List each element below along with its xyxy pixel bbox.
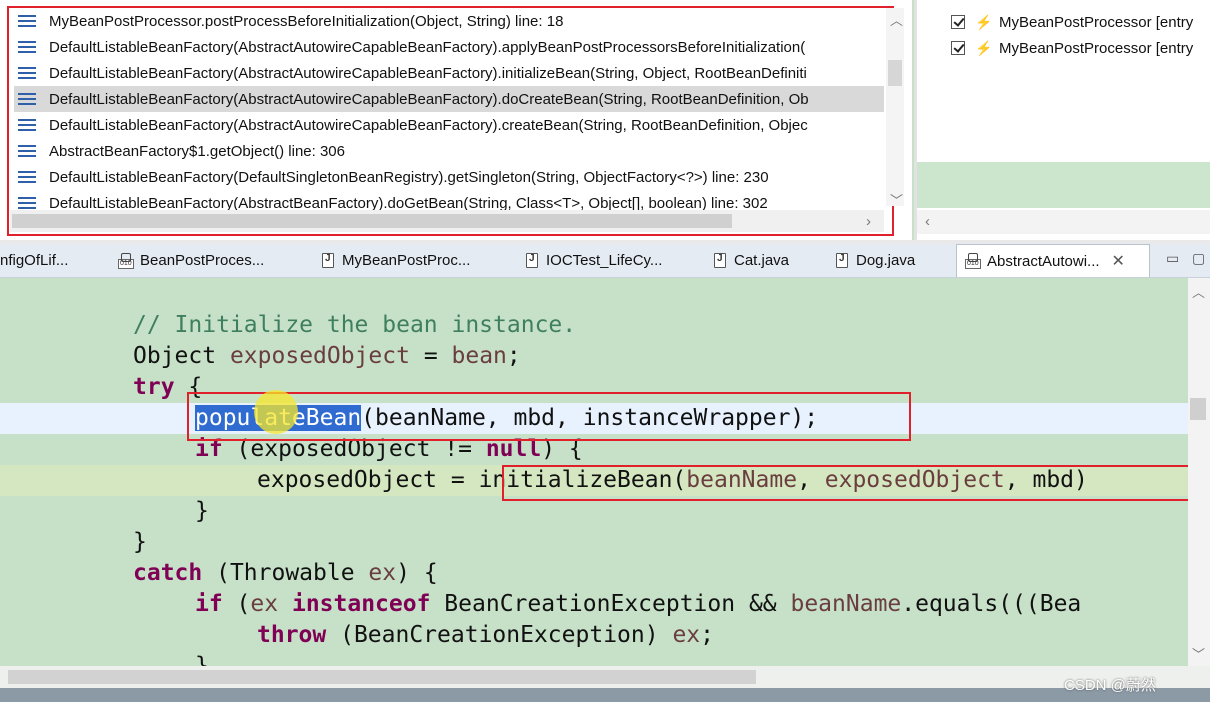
code-line: } [0, 651, 1188, 666]
tab-ioctest-lifecycle[interactable]: IOCTest_LifeCy... [526, 244, 706, 277]
breakpoint-detail-area [917, 162, 1210, 208]
breakpoint-item[interactable]: ⚡ MyBeanPostProcessor [entry [951, 35, 1193, 61]
tab-dog-java[interactable]: Dog.java [836, 244, 946, 277]
code-token: exposedObject [229, 343, 410, 369]
class-file-icon [118, 252, 134, 269]
code-line: if (ex instanceof BeanCreationException … [0, 589, 1188, 620]
scroll-right-icon[interactable]: › [866, 213, 871, 230]
scroll-down-icon[interactable]: ﹀ [890, 190, 903, 209]
code-token: ) { [396, 560, 438, 586]
java-file-icon [526, 253, 538, 268]
code-token: beanName [790, 591, 902, 617]
breakpoints-horizontal-scrollbar[interactable]: ‹ [917, 210, 1210, 234]
code-token: ex [250, 591, 279, 617]
tab-abstractautowire[interactable]: AbstractAutowi... ✕ [956, 244, 1150, 277]
scroll-up-icon[interactable]: ︿ [890, 10, 903, 29]
highlight-box-stack [7, 6, 894, 236]
code-token: bean [451, 343, 507, 369]
editor-horizontal-scroll-thumb[interactable] [8, 670, 756, 684]
tab-mybeanpostprocessor[interactable]: MyBeanPostProc... [322, 244, 512, 277]
code-token: = [409, 343, 452, 369]
code-token: ( [222, 591, 251, 617]
code-token: exposedObject = [257, 467, 479, 493]
breakpoint-label: MyBeanPostProcessor [entry [999, 39, 1194, 57]
code-token: ex [672, 622, 701, 648]
code-comment: // Initialize the bean instance. [133, 312, 577, 338]
maximize-icon[interactable]: ▢ [1192, 250, 1205, 267]
scroll-up-icon[interactable]: ︿ [1192, 282, 1205, 301]
code-line: } [0, 527, 1188, 558]
debug-stack-panel: MyBeanPostProcessor.postProcessBeforeIni… [0, 0, 912, 240]
tab-label: Dog.java [856, 252, 916, 269]
tab-label: IOCTest_LifeCy... [546, 252, 663, 269]
close-icon[interactable]: ✕ [1112, 251, 1125, 271]
tab-label: MyBeanPostProc... [342, 252, 471, 269]
stack-vertical-scrollbar[interactable] [886, 8, 904, 206]
code-token: ; [506, 343, 521, 369]
breakpoint-entry-icon: ⚡ [975, 39, 993, 56]
code-token: (Throwable [202, 560, 369, 586]
tab-label: BeanPostProces... [140, 252, 265, 269]
code-token: Object [133, 343, 217, 369]
code-token: ex [368, 560, 397, 586]
editor-tab-bar: nfigOfLif... BeanPostProces... MyBeanPos… [0, 244, 1210, 278]
minimize-icon[interactable]: ▭ [1166, 250, 1179, 267]
java-file-icon [714, 253, 726, 268]
stack-horizontal-scroll-thumb[interactable] [12, 214, 732, 228]
editor-vertical-scrollbar[interactable]: ︿ ﹀ [1188, 278, 1210, 666]
code-token: (BeanCreationException) [326, 622, 673, 648]
code-line: // Initialize the bean instance. [0, 310, 1188, 341]
code-token: } [133, 529, 147, 555]
code-token: .equals(((Bea [901, 591, 1082, 617]
tab-beanpostprocessor[interactable]: BeanPostProces... [118, 244, 308, 277]
tab-label: AbstractAutowi... [987, 252, 1100, 270]
class-file-icon [965, 253, 981, 269]
code-keyword: catch [133, 560, 203, 586]
tab-label: Cat.java [734, 252, 790, 269]
status-strip [0, 688, 1210, 702]
code-line: Object exposedObject = bean; [0, 341, 1188, 372]
code-token: BeanCreationException && [430, 591, 791, 617]
code-line: catch (Throwable ex) { [0, 558, 1188, 589]
breakpoint-item[interactable]: ⚡ MyBeanPostProcessor [entry [951, 9, 1193, 35]
checkbox-checked-icon[interactable] [951, 15, 965, 29]
scroll-down-icon[interactable]: ﹀ [1192, 644, 1205, 663]
highlight-box-initializebean [502, 465, 1200, 501]
code-keyword: throw [257, 622, 327, 648]
java-file-icon [322, 253, 334, 268]
watermark: CSDN @蔚然 [1064, 677, 1156, 694]
code-keyword: instanceof [291, 591, 431, 617]
breakpoints-panel: ⚡ MyBeanPostProcessor [entry ⚡ MyBeanPos… [914, 0, 1210, 240]
tab-configoflifecycle[interactable]: nfigOfLif... [0, 244, 108, 277]
code-token: } [195, 653, 209, 666]
java-file-icon [836, 253, 848, 268]
code-keyword: try [133, 374, 175, 400]
scroll-left-icon[interactable]: ‹ [925, 213, 930, 230]
mouse-cursor-highlight [254, 390, 298, 434]
tab-label: nfigOfLif... [0, 252, 69, 269]
editor-vertical-scroll-thumb[interactable] [1190, 398, 1206, 420]
code-keyword: if [195, 591, 223, 617]
breakpoint-entry-icon: ⚡ [975, 13, 993, 30]
checkbox-checked-icon[interactable] [951, 41, 965, 55]
code-token: } [195, 498, 209, 524]
breakpoint-label: MyBeanPostProcessor [entry [999, 13, 1194, 31]
tab-cat-java[interactable]: Cat.java [714, 244, 824, 277]
stack-vertical-scroll-thumb[interactable] [888, 60, 902, 86]
code-token: ; [700, 622, 714, 648]
code-line: throw (BeanCreationException) ex; [0, 620, 1188, 651]
